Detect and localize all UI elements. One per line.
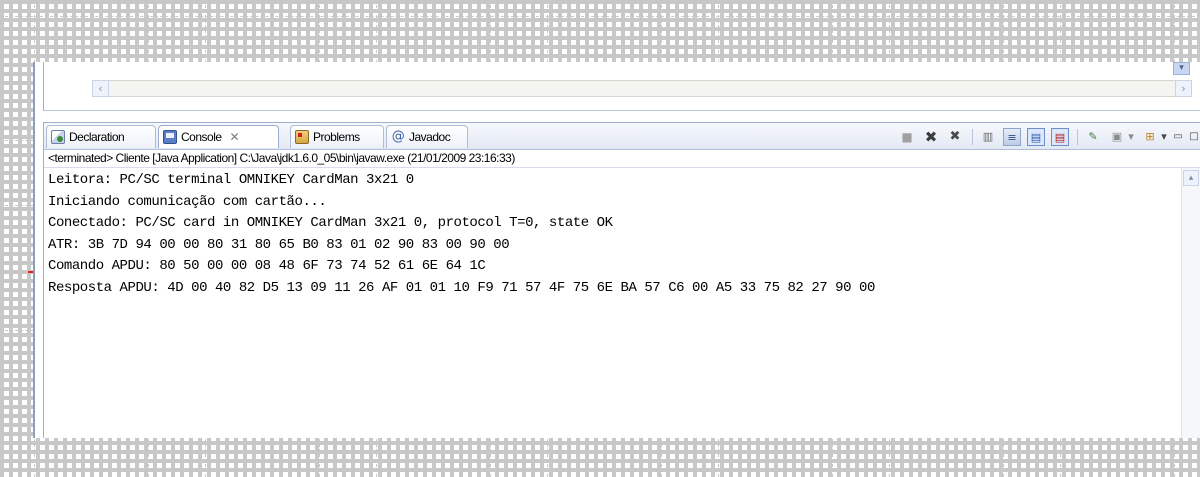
tab-problems[interactable]: Problems xyxy=(290,125,384,148)
clear-console-button[interactable]: ▥ xyxy=(979,128,997,146)
chevron-up-icon: ▴ xyxy=(1188,173,1194,183)
console-line: Resposta APDU: 4D 00 40 82 D5 13 09 11 2… xyxy=(48,279,875,296)
tab-javadoc[interactable]: @ Javadoc xyxy=(386,125,468,148)
remove-launch-button[interactable]: ✖ xyxy=(922,128,940,146)
chevron-down-icon: ▾ xyxy=(1179,63,1184,73)
minimize-view-button[interactable]: ▭ xyxy=(1172,128,1184,146)
chevron-right-icon: › xyxy=(1181,82,1186,95)
maximize-view-button[interactable]: □ xyxy=(1188,128,1200,146)
tab-label: Declaration xyxy=(69,130,125,144)
console-toolbar: ■ ✖ ✖ ▥ ≡ ▤ ▤ ✎ ▣ ▾ ⊞ ▾ ▭ □ xyxy=(892,127,1200,146)
close-icon[interactable]: ✕ xyxy=(230,130,240,144)
console-line: ATR: 3B 7D 94 00 00 80 31 80 65 B0 83 01… xyxy=(48,236,510,253)
tab-label: Console xyxy=(181,130,222,144)
console-vertical-scrollbar[interactable]: ▴ xyxy=(1181,168,1200,438)
open-console-button[interactable]: ⊞ xyxy=(1141,128,1159,146)
open-console-dropdown-icon[interactable]: ▾ xyxy=(1160,128,1168,146)
javadoc-icon: @ xyxy=(391,129,405,144)
scroll-right-button[interactable]: › xyxy=(1175,80,1192,97)
editor-area: ▾ ‹ › xyxy=(43,62,1200,111)
tab-label: Javadoc xyxy=(409,130,451,144)
scroll-left-button[interactable]: ‹ xyxy=(92,80,109,97)
console-line: Conectado: PC/SC card in OMNIKEY CardMan… xyxy=(48,215,613,232)
tab-declaration[interactable]: Declaration xyxy=(46,125,156,148)
tab-label: Problems xyxy=(313,130,360,144)
editor-horizontal-scrollbar[interactable]: ‹ › xyxy=(92,80,1192,97)
toolbar-separator xyxy=(1077,128,1078,145)
console-view: Declaration Console ✕ Problems @ Javadoc… xyxy=(43,122,1200,438)
ide-window: ▾ ‹ › Declaration Console ✕ Problems @ J… xyxy=(33,62,1200,438)
problems-icon xyxy=(295,130,309,144)
show-stdout-button[interactable]: ▤ xyxy=(1027,127,1045,146)
console-icon xyxy=(163,130,177,144)
console-line: Iniciando comunicação com cartão... xyxy=(48,193,327,210)
toolbar-separator xyxy=(972,128,973,145)
tab-console[interactable]: Console ✕ xyxy=(158,125,279,148)
console-status-line: <terminated> Cliente [Java Application] … xyxy=(44,150,1200,168)
console-line: Leitora: PC/SC terminal OMNIKEY CardMan … xyxy=(48,172,414,188)
pin-console-button[interactable]: ✎ xyxy=(1084,128,1102,146)
show-stderr-button[interactable]: ▤ xyxy=(1051,127,1069,146)
display-selected-console-button[interactable]: ▣ xyxy=(1108,128,1126,146)
chevron-left-icon: ‹ xyxy=(98,82,103,95)
scroll-up-button[interactable]: ▴ xyxy=(1183,170,1199,186)
console-output[interactable]: Leitora: PC/SC terminal OMNIKEY CardMan … xyxy=(44,168,1182,438)
terminate-button[interactable]: ■ xyxy=(898,128,916,146)
declaration-icon xyxy=(51,130,65,144)
scroll-lock-button[interactable]: ≡ xyxy=(1003,127,1021,146)
console-line: Comando APDU: 80 50 00 00 08 48 6F 73 74… xyxy=(48,258,486,275)
remove-all-terminated-button[interactable]: ✖ xyxy=(946,128,964,146)
editor-vertical-scroll-down-button[interactable]: ▾ xyxy=(1173,62,1190,75)
view-tab-bar: Declaration Console ✕ Problems @ Javadoc… xyxy=(44,123,1200,150)
display-console-dropdown-icon[interactable]: ▾ xyxy=(1127,128,1135,146)
